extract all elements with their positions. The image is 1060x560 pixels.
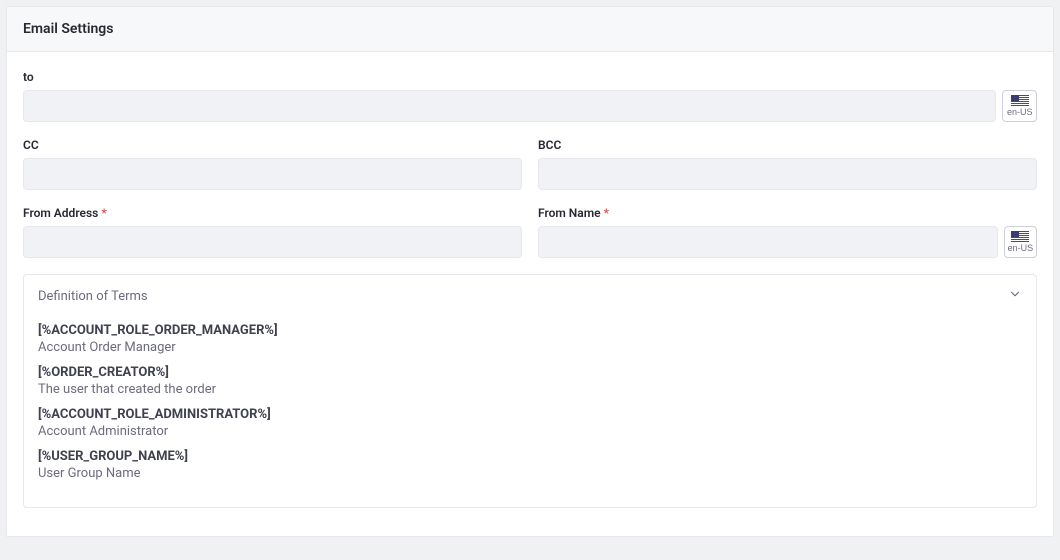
definition-of-terms-body: [%ACCOUNT_ROLE_ORDER_MANAGER%] Account O…: [24, 317, 1036, 507]
term-key: [%USER_GROUP_NAME%]: [38, 449, 1022, 464]
chevron-down-icon: [1008, 287, 1022, 305]
term-key: [%ACCOUNT_ROLE_ADMINISTRATOR%]: [38, 407, 1022, 422]
term-key: [%ORDER_CREATOR%]: [38, 365, 1022, 380]
to-locale-button[interactable]: en-US: [1002, 90, 1037, 122]
term-item: [%ACCOUNT_ROLE_ORDER_MANAGER%] Account O…: [38, 323, 1022, 355]
panel-title: Email Settings: [7, 7, 1053, 52]
from-address-label: From Address *: [23, 206, 522, 220]
locale-code: en-US: [1007, 108, 1033, 117]
from-name-locale-button[interactable]: en-US: [1004, 226, 1037, 258]
email-settings-panel: Email Settings to: [6, 6, 1054, 537]
us-flag-icon: [1011, 231, 1029, 242]
bcc-input[interactable]: [538, 158, 1037, 190]
from-name-input[interactable]: [538, 226, 998, 258]
locale-code: en-US: [1008, 244, 1034, 253]
term-description: Account Administrator: [38, 424, 1022, 439]
term-description: User Group Name: [38, 466, 1022, 481]
term-description: Account Order Manager: [38, 340, 1022, 355]
to-input[interactable]: [23, 90, 996, 122]
to-label: to: [23, 70, 1037, 84]
panel-body: to: [7, 52, 1053, 536]
term-item: [%ORDER_CREATOR%] The user that created …: [38, 365, 1022, 397]
required-asterisk: *: [101, 206, 106, 220]
from-name-label: From Name *: [538, 206, 1037, 220]
required-asterisk: *: [604, 206, 609, 220]
definition-of-terms-title: Definition of Terms: [38, 289, 148, 304]
term-description: The user that created the order: [38, 382, 1022, 397]
cc-input[interactable]: [23, 158, 522, 190]
term-key: [%ACCOUNT_ROLE_ORDER_MANAGER%]: [38, 323, 1022, 338]
term-item: [%ACCOUNT_ROLE_ADMINISTRATOR%] Account A…: [38, 407, 1022, 439]
definition-of-terms-toggle[interactable]: Definition of Terms: [24, 275, 1036, 317]
term-item: [%USER_GROUP_NAME%] User Group Name: [38, 449, 1022, 481]
us-flag-icon: [1011, 95, 1029, 106]
definition-of-terms-panel: Definition of Terms [%ACCOUNT_ROLE_ORDER…: [23, 274, 1037, 508]
cc-label: CC: [23, 138, 522, 152]
bcc-label: BCC: [538, 138, 1037, 152]
from-address-input[interactable]: [23, 226, 522, 258]
